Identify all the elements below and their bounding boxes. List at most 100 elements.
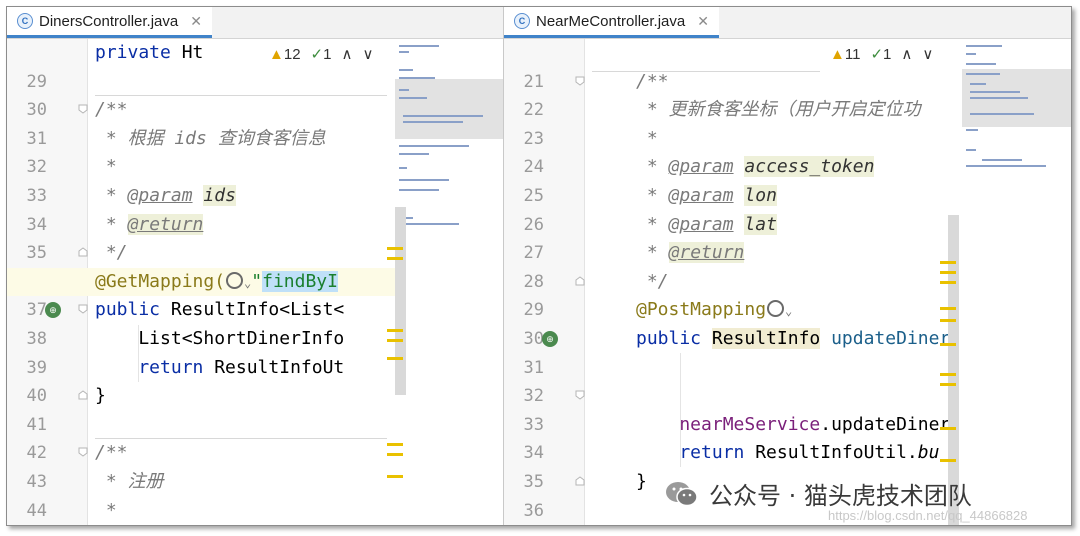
code-fragment: Ht [170, 42, 204, 63]
minimap[interactable] [387, 39, 503, 525]
warning-stripe[interactable] [387, 339, 403, 342]
minimap[interactable] [940, 39, 1071, 525]
warning-stripe[interactable] [387, 453, 403, 456]
method-separator [95, 438, 387, 439]
comment: * @param lat [636, 211, 777, 240]
comment: * @return [95, 211, 204, 240]
comment: * 根据 ids 查询食客信息 [95, 127, 326, 149]
weak-warnings-count: 1 [323, 46, 332, 63]
warning-stripe[interactable] [940, 281, 956, 284]
comment: * @param ids [95, 182, 236, 211]
static-method: bu [917, 442, 940, 464]
warning-stripe[interactable] [387, 357, 403, 360]
code-text: public ResultInfo updateDiner [636, 325, 950, 354]
wechat-icon [666, 481, 698, 506]
warning-stripe[interactable] [940, 459, 956, 462]
tab-nearme-controller[interactable]: C NearMeController.java ✕ [504, 7, 719, 38]
previous-highlight-icon[interactable]: ∧ [341, 45, 352, 63]
warning-stripe[interactable] [940, 271, 956, 274]
inspection-widget[interactable]: ▲12 ✓1 ∧ ∨ [269, 39, 374, 69]
check-icon: ✓ [870, 46, 884, 63]
web-endpoint-icon[interactable] [767, 300, 785, 318]
warnings-counter[interactable]: ▲12 [269, 46, 301, 63]
fold-icon[interactable] [78, 104, 88, 114]
javadoc-param: lat [744, 213, 777, 235]
tab-diners-controller[interactable]: C DinersController.java ✕ [7, 7, 212, 38]
fold-icon[interactable] [78, 247, 88, 257]
fold-icon[interactable] [575, 76, 585, 86]
fold-icon[interactable] [575, 276, 585, 286]
check-icon: ✓ [310, 46, 324, 63]
comment: * 更新食客坐标（用户开启定位功 [636, 99, 921, 121]
warning-icon: ▲ [269, 45, 284, 63]
warnings-counter[interactable]: ▲11 [830, 46, 860, 63]
warning-stripe[interactable] [940, 427, 956, 430]
code-text: public ResultInfo<List< [95, 296, 344, 325]
warning-stripe[interactable] [387, 443, 403, 446]
javadoc-tag: @return [127, 213, 204, 235]
warning-stripe[interactable] [940, 373, 956, 376]
comment-text [734, 214, 745, 235]
javadoc-tag: @return [668, 242, 745, 264]
warning-stripe[interactable] [940, 307, 956, 310]
code-fragment: .updateDiner [820, 413, 951, 435]
fold-icon[interactable] [575, 476, 585, 486]
right-editor-pane: C NearMeController.java ✕ 21 22 /** 23 *… [504, 7, 1071, 525]
comment-text: * [636, 242, 669, 264]
web-mapping-gutter-icon[interactable]: ⊕ [45, 302, 61, 319]
web-endpoint-icon[interactable] [226, 271, 244, 289]
tab-title: NearMeController.java [536, 12, 686, 30]
minimap-viewport[interactable] [395, 79, 503, 139]
warning-stripe[interactable] [387, 257, 403, 260]
keyword: public [95, 299, 161, 321]
warning-stripe[interactable] [387, 475, 403, 478]
weak-warnings-counter[interactable]: ✓1 [870, 45, 891, 63]
warning-stripe[interactable] [387, 329, 403, 332]
code-text: return ResultInfoUtil.bu [636, 439, 939, 468]
fold-icon[interactable] [575, 390, 585, 400]
code-text: List<ShortDinerInfo [95, 328, 345, 349]
method-separator [592, 71, 820, 72]
right-code-editor[interactable]: 21 22 /** 23 * 更新食客坐标（用户开启定位功 24 * 25 * … [504, 39, 1071, 525]
comment: */ [95, 242, 128, 264]
next-highlight-icon[interactable]: ∨ [362, 45, 373, 63]
right-tab-bar: C NearMeController.java ✕ [504, 7, 1071, 39]
keyword: public [636, 328, 702, 349]
javadoc-param: ids [203, 185, 236, 206]
fold-icon[interactable] [78, 447, 88, 458]
warning-stripe[interactable] [387, 247, 403, 250]
fold-icon[interactable] [78, 390, 88, 400]
left-code-editor[interactable]: 29 private Ht 30 31 /** 32 * 根据 ids 查询食客… [7, 39, 503, 525]
tab-title: DinersController.java [39, 12, 179, 30]
previous-highlight-icon[interactable]: ∧ [901, 45, 912, 63]
web-mapping-gutter-icon[interactable]: ⊕ [542, 331, 558, 347]
keyword: private [95, 42, 171, 63]
weak-warnings-counter[interactable]: ✓1 [311, 45, 332, 63]
comment: * @param access_token [636, 153, 875, 182]
warning-icon: ▲ [830, 45, 845, 63]
next-highlight-icon[interactable]: ∨ [922, 45, 933, 63]
warning-stripe[interactable] [940, 261, 956, 264]
warning-stripe[interactable] [940, 319, 956, 322]
javadoc-tag: @param [668, 213, 734, 235]
left-tab-bar: C DinersController.java ✕ [7, 7, 503, 39]
close-icon[interactable]: ✕ [190, 13, 202, 30]
keyword: return [95, 356, 204, 378]
field-reference: nearMeService [636, 413, 821, 435]
inspection-widget[interactable]: ▲11 ✓1 ∧ ∨ [830, 39, 934, 69]
chevron-down-icon[interactable]: ⌄ [785, 304, 792, 318]
comment-text [734, 185, 745, 206]
warning-stripe[interactable] [940, 343, 956, 346]
comment: * @param lon [636, 182, 777, 211]
close-icon[interactable]: ✕ [697, 13, 709, 30]
indent-guide [138, 325, 139, 382]
method-name: updateDiner [820, 328, 951, 349]
comment: * [95, 499, 117, 521]
left-editor-pane: C DinersController.java ✕ 29 private Ht … [7, 7, 504, 525]
warning-stripe[interactable] [940, 383, 956, 386]
javadoc-tag: @param [127, 185, 193, 206]
fold-icon[interactable] [78, 304, 88, 315]
class-c-icon: C [514, 13, 530, 29]
vertical-scrollbar[interactable] [395, 207, 406, 395]
warnings-count: 11 [844, 45, 861, 63]
